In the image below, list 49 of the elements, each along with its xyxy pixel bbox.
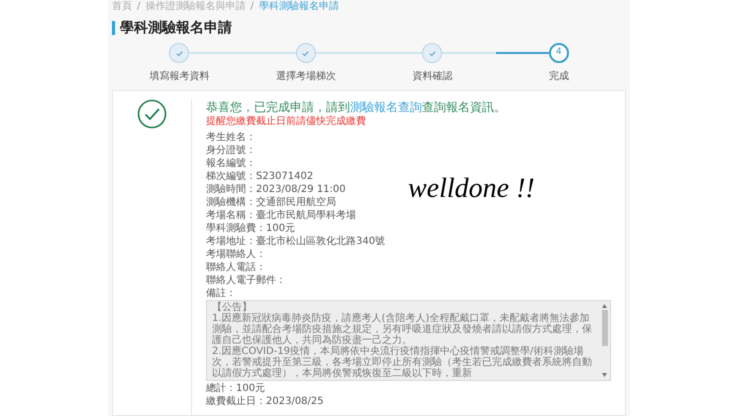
step-label: 完成 <box>548 70 569 84</box>
field-value: 臺北市松山區敦化北路340號 <box>256 234 386 249</box>
field-label: 聯絡人電子郵件： <box>206 274 286 288</box>
field-value: 交通部民用航空局 <box>256 196 336 210</box>
step-label: 填寫報考資料 <box>149 70 210 84</box>
field-value: S23071402 <box>256 170 314 184</box>
breadcrumb-link[interactable]: 首頁 <box>112 0 132 14</box>
scrollbar[interactable] <box>600 302 609 379</box>
breadcrumb-link[interactable]: 學科測驗報名申請 <box>258 0 339 14</box>
field-value: 2023/08/29 11:00 <box>256 183 346 196</box>
field-label: 聯絡人電話： <box>206 260 266 274</box>
check-icon <box>301 48 310 58</box>
scroll-thumb[interactable] <box>602 310 608 346</box>
field-label: 繳費截止日： <box>206 394 266 409</box>
field-label: 身分證號： <box>206 144 256 158</box>
step-label: 選擇考場梯次 <box>276 70 336 84</box>
field-label: 考場聯絡人： <box>206 248 266 262</box>
field-label: 總計： <box>206 382 236 396</box>
scroll-down-icon[interactable] <box>602 373 607 377</box>
query-link[interactable]: 測驗報名查詢 <box>350 100 422 114</box>
breadcrumb-separator: / <box>137 0 140 14</box>
check-icon <box>174 48 184 58</box>
notice-paragraph: 1.因應新冠狀病毒肺炎防疫，請應考人(含陪考人)全程配戴口罩，未配戴者將無法參加測驗，並請配合考場防疫措施之規定，另有呼吸道症狀及發燒者請以請假方式處理，保護自己也保護他人，共同為防疫盡一己之力。 <box>212 313 593 346</box>
scroll-up-icon[interactable] <box>602 304 607 308</box>
notice-heading: 【公告】 <box>212 302 252 313</box>
title-accent-bar <box>112 21 115 35</box>
field-label: 梯次編號： <box>206 170 256 184</box>
field-label: 報名編號： <box>206 156 256 170</box>
field-label: 考場名稱： <box>206 208 256 222</box>
breadcrumb-separator: / <box>250 0 254 14</box>
field-label: 考場地址： <box>206 234 256 248</box>
page-title: 學科測驗報名申請 <box>120 18 232 38</box>
field-label: 測驗機構： <box>206 196 256 210</box>
field-value: 100元 <box>266 222 296 236</box>
field-label: 測驗時間： <box>206 182 256 196</box>
step-label: 資料確認 <box>412 70 452 84</box>
breadcrumb-link[interactable]: 操作證測驗報名與申請 <box>145 0 246 14</box>
field-label: 備註： <box>206 286 236 301</box>
notice-paragraph: 2.因應COVID-19疫情，本局將依中央流行疫情指揮中心疫情警戒調整學/術科測驗場次，若警戒提升至第三級，各考場立即停止所有測驗（考生若已完成繳費者系統將自動以請假方式處理），本局將俟警戒恢復至二級以下時，重新 <box>212 346 593 379</box>
handwritten-note: welldone !! <box>408 172 535 206</box>
field-label: 學科測驗費： <box>206 222 266 236</box>
payment-warning: 提醒您繳費截止日前請儘快完成繳費 <box>206 115 367 129</box>
success-check-icon <box>137 99 167 129</box>
check-icon <box>428 48 437 58</box>
field-label: 考生姓名： <box>206 130 256 144</box>
field-value: 臺北市民航局學科考場 <box>256 208 356 223</box>
success-message: 恭喜您，已完成申請，請到測驗報名查詢查詢報名資訊。 <box>206 99 507 115</box>
field-value: 100元 <box>236 382 266 396</box>
field-value: 2023/08/25 <box>266 395 324 409</box>
